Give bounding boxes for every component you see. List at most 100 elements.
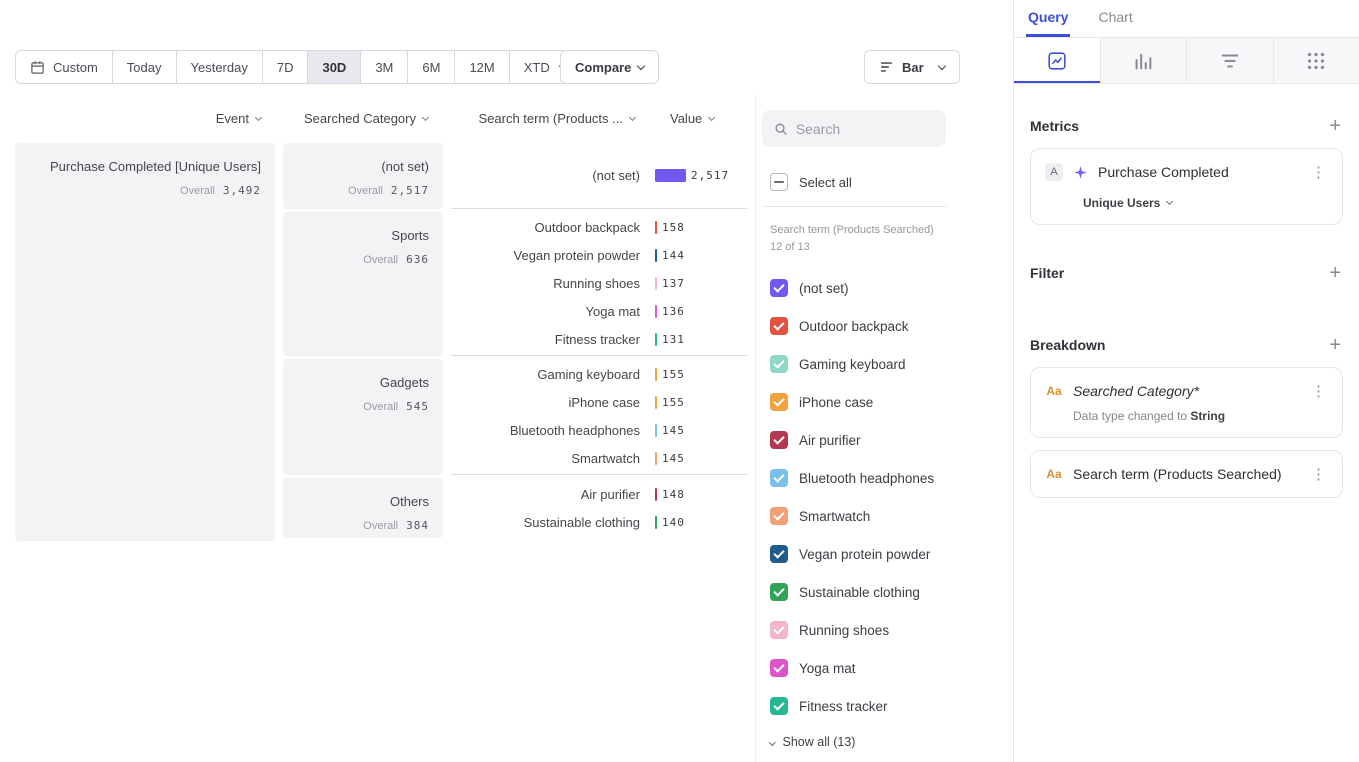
filter-item[interactable]: Outdoor backpack [762,307,946,345]
filter-checkbox[interactable] [770,697,788,715]
term-row[interactable]: iPhone case155 [451,389,747,417]
breakdown-label: Searched Category* [1073,383,1299,399]
filter-item[interactable]: (not set) [762,269,946,307]
breakdown-menu-button[interactable]: ⋮ [1309,382,1328,400]
tab-query[interactable]: Query [1026,0,1070,37]
filter-checkbox[interactable] [770,583,788,601]
term-row[interactable]: Vegan protein powder144 [451,242,747,270]
filter-item[interactable]: Bluetooth headphones [762,459,946,497]
compare-button[interactable]: Compare [560,50,659,84]
value-bar-wrap: 2,517 [655,169,729,182]
measure-selector[interactable]: Unique Users [1045,196,1328,210]
date-range-yesterday[interactable]: Yesterday [177,51,263,83]
date-range-6m[interactable]: 6M [408,51,455,83]
category-cell[interactable]: SportsOverall636 [283,212,443,356]
column-header-event[interactable]: Event [15,111,275,126]
term-label: Vegan protein powder [451,248,647,263]
tab-insights-chart[interactable] [1014,38,1101,83]
column-header-search-term[interactable]: Search term (Products ... [451,111,647,126]
chart-type-button[interactable]: Bar [864,50,960,84]
tab-bar-chart[interactable] [1101,38,1188,83]
date-range-3m[interactable]: 3M [361,51,408,83]
event-cell[interactable]: Purchase Completed [Unique Users] Overal… [15,143,275,541]
calendar-icon [30,60,45,75]
filter-checkbox[interactable] [770,621,788,639]
filter-item[interactable]: iPhone case [762,383,946,421]
term-row[interactable]: Smartwatch145 [451,445,747,473]
term-row[interactable]: Gaming keyboard155 [451,361,747,389]
filter-item[interactable]: Sustainable clothing [762,573,946,611]
term-row[interactable]: (not set)2,517 [451,162,747,190]
filter-checkbox[interactable] [770,545,788,563]
add-breakdown-button[interactable]: + [1327,335,1343,355]
string-type-icon: Aa [1045,467,1063,481]
breakdown-menu-button[interactable]: ⋮ [1309,465,1328,483]
filter-checkbox[interactable] [770,317,788,335]
filter-checkbox[interactable] [770,659,788,677]
date-range-12m[interactable]: 12M [455,51,509,83]
value-label: 148 [662,488,685,501]
metric-menu-button[interactable]: ⋮ [1309,163,1328,181]
tab-chart[interactable]: Chart [1096,0,1134,37]
search-box[interactable] [762,110,946,147]
select-all-row[interactable]: Select all [762,173,946,191]
search-icon [774,121,788,137]
column-header-label: Search term (Products ... [479,111,624,126]
add-filter-button[interactable]: + [1327,263,1343,283]
date-range-7d[interactable]: 7D [263,51,309,83]
breakdown-card-search-term[interactable]: Aa Search term (Products Searched) ⋮ [1030,450,1343,498]
sidebar-content: Metrics + A Purchase Completed ⋮ Unique … [1014,116,1359,498]
term-row[interactable]: Sustainable clothing140 [451,508,747,536]
term-row[interactable]: Air purifier148 [451,480,747,508]
term-row[interactable]: Bluetooth headphones145 [451,417,747,445]
filter-item[interactable]: Running shoes [762,611,946,649]
filter-item[interactable]: Vegan protein powder [762,535,946,573]
term-label: Gaming keyboard [451,367,647,382]
filter-item-label: iPhone case [799,395,873,410]
column-header-value[interactable]: Value [655,111,714,126]
term-row[interactable]: Outdoor backpack158 [451,214,747,242]
value-label: 131 [662,333,685,346]
category-overall: Overall2,517 [283,181,429,199]
toolbar: CustomTodayYesterday7D30D3M6M12MXTD Comp… [0,50,1013,84]
tab-funnel[interactable] [1187,38,1274,83]
date-range-30d[interactable]: 30D [308,51,361,83]
filter-checkbox[interactable] [770,355,788,373]
metric-card[interactable]: A Purchase Completed ⋮ Unique Users [1030,148,1343,225]
breakdown-card-searched-category[interactable]: Aa Searched Category* ⋮ Data type change… [1030,367,1343,438]
term-row[interactable]: Running shoes137 [451,270,747,298]
category-cell[interactable]: GadgetsOverall545 [283,359,443,475]
sorted-bars-icon [879,60,894,74]
filter-checkbox[interactable] [770,393,788,411]
term-row[interactable]: Yoga mat136 [451,298,747,326]
filter-divider [762,206,946,207]
overall-value: 2,517 [391,184,429,197]
category-cell[interactable]: OthersOverall384 [283,478,443,538]
date-range-today[interactable]: Today [113,51,177,83]
category-name: Others [283,494,429,511]
search-input[interactable] [796,121,934,137]
term-row[interactable]: Fitness tracker131 [451,326,747,354]
filter-item-label: Vegan protein powder [799,547,930,562]
category-cell[interactable]: (not set) Overall2,517 [283,143,443,209]
filter-item[interactable]: Gaming keyboard [762,345,946,383]
select-all-checkbox[interactable] [770,173,788,191]
filter-checkbox[interactable] [770,507,788,525]
compare-label: Compare [575,60,631,75]
filter-checkbox[interactable] [770,431,788,449]
add-metric-button[interactable]: + [1327,116,1343,136]
filter-item[interactable]: Fitness tracker [762,687,946,725]
filter-checkbox[interactable] [770,469,788,487]
category-name: (not set) [283,159,429,176]
show-all-button[interactable]: Show all (13) [762,735,946,749]
column-header-searched-category[interactable]: Searched Category [283,111,443,126]
metrics-title: Metrics [1030,118,1079,134]
value-bar [655,516,657,529]
category-name: Gadgets [283,375,429,392]
tab-segmentation[interactable] [1274,38,1359,83]
filter-checkbox[interactable] [770,279,788,297]
filter-item[interactable]: Smartwatch [762,497,946,535]
filter-item[interactable]: Air purifier [762,421,946,459]
filter-item[interactable]: Yoga mat [762,649,946,687]
date-range-custom[interactable]: Custom [16,51,113,83]
